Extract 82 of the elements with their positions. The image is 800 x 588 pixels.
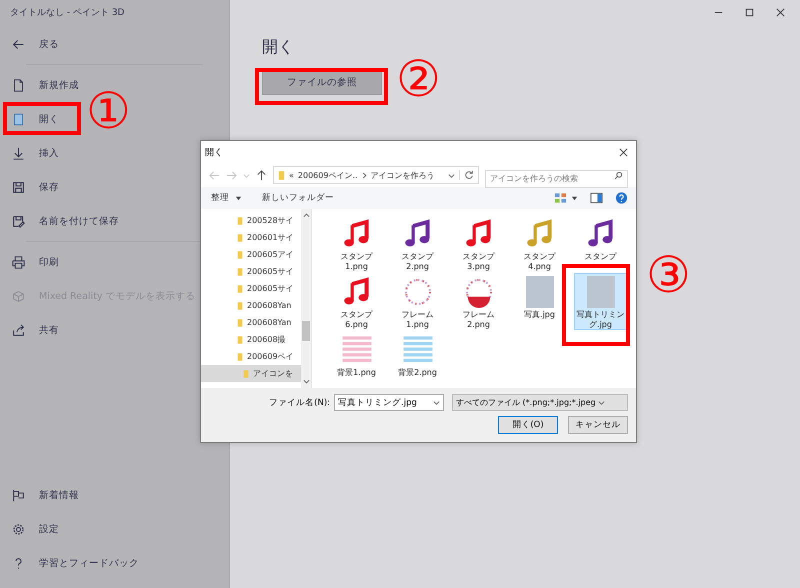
flag-icon <box>12 488 25 502</box>
menu-item[interactable]: 挿入 <box>0 136 65 170</box>
file-item[interactable]: 写真トリミング.jpg <box>574 273 628 330</box>
menu-item[interactable]: 共有 <box>0 313 65 347</box>
chevron-down-icon <box>598 399 605 406</box>
close-icon[interactable] <box>619 148 628 156</box>
share-icon <box>12 324 25 336</box>
folder-tree-item[interactable]: 200605サイ <box>201 263 301 280</box>
close-icon[interactable] <box>775 7 786 18</box>
new-folder-button[interactable]: 新しいフォルダー <box>260 192 336 204</box>
page-heading: 開く <box>262 37 295 58</box>
menu-item[interactable]: 設定 <box>0 512 65 546</box>
up-arrow-icon[interactable] <box>256 170 267 180</box>
chevron-down-icon[interactable] <box>448 172 455 178</box>
maximize-icon[interactable] <box>744 7 755 18</box>
file-item[interactable]: スタンプ4.png <box>516 215 564 272</box>
menu-item[interactable]: 印刷 <box>0 245 65 279</box>
file-name-field[interactable]: 写真トリミング.jpg <box>334 394 444 411</box>
step-number: ② <box>396 54 441 104</box>
help-icon[interactable] <box>615 192 628 204</box>
folder-tree-item[interactable]: アイコンを <box>201 365 301 382</box>
folder-tree-item[interactable]: 200605サイ <box>201 280 301 297</box>
folder-tree-item[interactable]: 200609ペイ <box>201 348 301 365</box>
file-item[interactable]: フレーム2.png <box>454 273 502 330</box>
printer-icon <box>12 256 25 268</box>
back-arrow-icon <box>12 38 25 50</box>
folder-tree-item[interactable]: 200608撮 <box>201 331 301 348</box>
organize-button[interactable]: 整理 <box>209 192 231 204</box>
step-number: ③ <box>646 250 691 300</box>
dialog-title: 開く <box>205 146 223 158</box>
preview-pane-icon[interactable] <box>590 192 603 204</box>
download-arrow-icon <box>12 146 25 160</box>
search-field[interactable]: アイコンを作ろうの検索 <box>485 170 628 188</box>
file-item[interactable]: スタンプ1.png <box>332 215 380 272</box>
browse-files-button[interactable]: ファイルの参照 <box>262 70 382 94</box>
folder-tree-item[interactable]: 200605アイ <box>201 246 301 263</box>
folder-tree-item[interactable]: 200528サイ <box>201 212 301 229</box>
scroll-thumb[interactable] <box>302 321 310 341</box>
window-title: タイトルなし - ペイント 3D <box>9 7 126 20</box>
file-item[interactable]: スタンプ3.png <box>454 215 502 272</box>
document-icon <box>12 78 25 92</box>
cancel-button[interactable]: キャンセル <box>568 416 628 434</box>
file-item[interactable]: フレーム1.png <box>394 273 442 330</box>
file-item[interactable]: スタンプ2.png <box>394 215 442 272</box>
photo-placeholder <box>586 276 614 308</box>
menu-item[interactable]: 新規作成 <box>0 68 85 102</box>
caret-icon[interactable] <box>571 194 578 202</box>
menu-item[interactable]: 名前を付けて保存 <box>0 204 125 238</box>
cube-icon <box>12 290 25 302</box>
file-item[interactable]: 背景1.png <box>332 331 380 388</box>
folder-tree-item[interactable]: 200608Yan <box>201 297 301 314</box>
file-item[interactable]: 背景2.png <box>394 331 442 388</box>
photo-placeholder <box>526 276 554 308</box>
menu-item[interactable]: 学習とフィードバック <box>0 546 145 580</box>
book-icon <box>12 112 25 126</box>
scrollbar[interactable] <box>301 209 311 388</box>
breadcrumb-segment[interactable]: 200609ペイン.. <box>298 170 358 180</box>
settings-icon <box>12 522 25 536</box>
breadcrumb-segment[interactable]: アイコンを作ろう <box>370 170 435 180</box>
chevron-down-icon <box>433 399 440 406</box>
back-button[interactable]: 戻る <box>0 27 65 61</box>
floppy-disk-pen-icon <box>12 214 25 228</box>
file-type-dropdown[interactable]: すべてのファイル (*.png;*.jpg;*.jpeg <box>452 394 628 411</box>
caret-icon[interactable] <box>235 194 242 202</box>
overflow-mark: « <box>289 170 294 180</box>
file-item[interactable]: 写真.jpg <box>516 273 564 330</box>
refresh-icon[interactable] <box>459 170 474 180</box>
search-icon <box>614 170 623 180</box>
folder-tree-item[interactable]: 200601サイ <box>201 229 301 246</box>
folder-tree-item[interactable]: 200608Yan <box>201 314 301 331</box>
file-name-label: ファイル名(N): <box>269 396 330 408</box>
menu-item[interactable]: 保存 <box>0 170 65 204</box>
file-item[interactable]: スタンプ6.png <box>332 273 380 330</box>
menu-item[interactable]: 新着情報 <box>0 478 85 512</box>
step-number: ① <box>86 86 131 136</box>
view-options-icon[interactable] <box>554 192 567 204</box>
address-bar[interactable]: « 200609ペイン.. アイコンを作ろう <box>273 166 479 184</box>
menu-item[interactable]: 開く <box>0 102 65 136</box>
folder-icon <box>278 170 285 180</box>
open-button[interactable]: 開く(O) <box>498 416 558 434</box>
file-item[interactable]: スタンプ <box>576 215 624 272</box>
chevron-icon <box>362 172 367 178</box>
